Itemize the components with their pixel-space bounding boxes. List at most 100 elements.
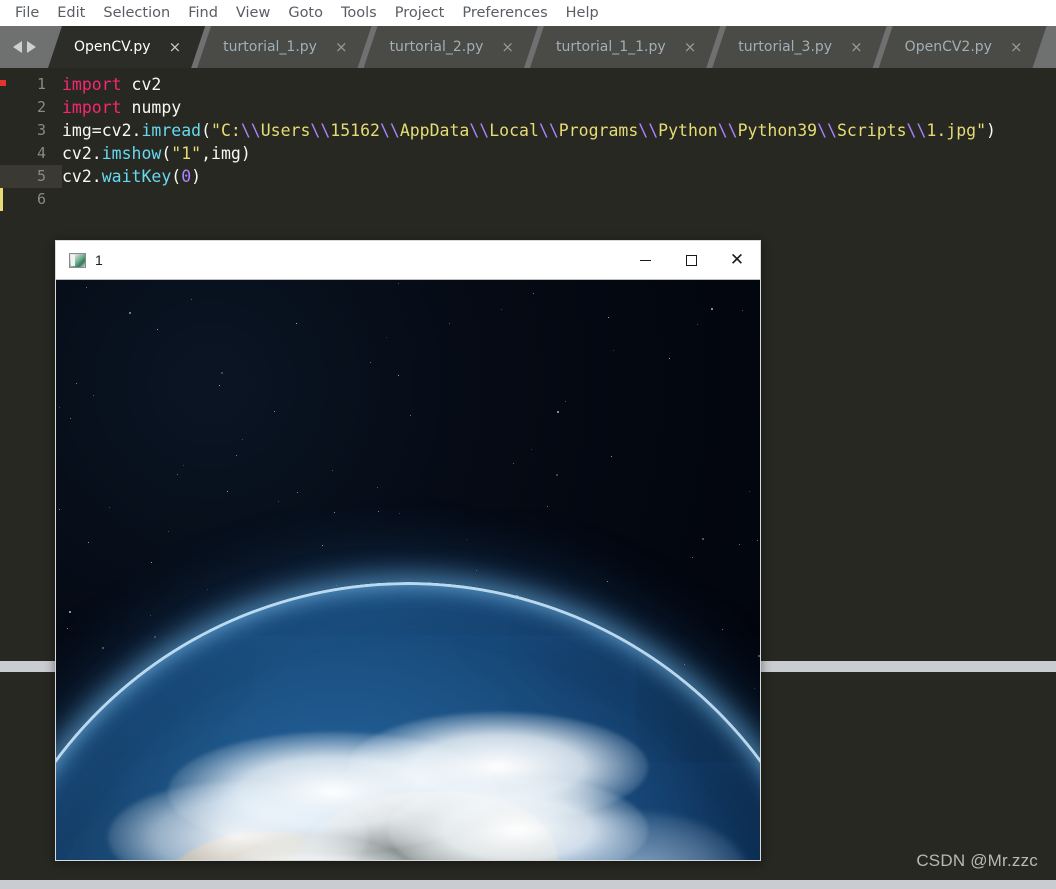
star-dot (377, 511, 379, 513)
star-dot (236, 454, 238, 456)
star-dot (556, 410, 559, 413)
nav-prev-icon[interactable] (12, 41, 22, 53)
tab-close-icon[interactable]: × (335, 40, 358, 55)
star-dot (448, 323, 450, 325)
star-dot (758, 654, 760, 657)
line-content: cv2.waitKey(0) (62, 167, 202, 186)
tab-bar: OpenCV.py × turtorial_1.py × turtorial_2… (0, 26, 1056, 68)
tab-label: turtorial_1.py (223, 39, 317, 55)
menu-item-goto[interactable]: Goto (279, 2, 332, 25)
star-dot (274, 410, 276, 412)
menu-item-help[interactable]: Help (557, 2, 608, 25)
tab-close-icon[interactable]: × (1010, 40, 1033, 55)
window-controls: ✕ (622, 241, 760, 279)
star-dot (85, 286, 87, 288)
image-file-icon (69, 252, 86, 268)
star-dot (697, 324, 699, 326)
tab-label: turtorial_1_1.py (555, 39, 666, 55)
footer-strip (0, 880, 1056, 889)
line-number: 2 (36, 98, 46, 116)
menu-item-file[interactable]: File (6, 2, 48, 25)
star-dot (547, 506, 549, 508)
star-dot (69, 417, 71, 419)
tab-turtorial-2-py[interactable]: turtorial_2.py × (364, 26, 538, 68)
star-dot (58, 407, 60, 408)
opencv-image-window[interactable]: 1 ✕ (55, 240, 761, 861)
tab-turtorial-1-1-py[interactable]: turtorial_1_1.py × (530, 26, 720, 68)
star-dot (369, 361, 371, 363)
tab-opencv2-py[interactable]: OpenCV2.py × (879, 26, 1047, 68)
image-canvas (56, 279, 760, 860)
star-dot (501, 309, 503, 311)
tab-turtorial-1-py[interactable]: turtorial_1.py × (197, 26, 371, 68)
tab-turtorial-3-py[interactable]: turtorial_3.py × (712, 26, 886, 68)
star-dot (722, 628, 724, 630)
star-dot (332, 470, 334, 472)
star-dot (167, 531, 169, 533)
code-area[interactable]: 1 import cv2 2 import numpy 3 img=cv2.im… (0, 68, 1056, 211)
tab-close-icon[interactable]: × (169, 40, 192, 55)
star-dot (532, 292, 534, 294)
star-dot (607, 316, 609, 318)
window-title-bar[interactable]: 1 ✕ (56, 241, 760, 279)
menu-item-find[interactable]: Find (179, 2, 227, 25)
star-dot (68, 610, 71, 613)
star-dot (76, 382, 78, 384)
close-icon: ✕ (729, 249, 745, 270)
menu-item-tools[interactable]: Tools (332, 2, 386, 25)
code-line-2[interactable]: 2 import numpy (0, 96, 1056, 119)
menu-item-view[interactable]: View (227, 2, 279, 25)
code-line-5[interactable]: 5 cv2.waitKey(0) (0, 165, 1056, 188)
code-line-6[interactable]: 6 (0, 188, 1056, 211)
star-dot (748, 490, 750, 492)
star-dot (753, 688, 755, 690)
star-dot (513, 462, 515, 464)
menu-item-selection[interactable]: Selection (94, 2, 179, 25)
maximize-button[interactable] (668, 241, 714, 279)
star-dot (227, 490, 229, 492)
code-line-4[interactable]: 4 cv2.imshow("1",img) (0, 142, 1056, 165)
star-dot (191, 299, 192, 301)
star-dot (108, 506, 110, 508)
star-dot (157, 329, 159, 331)
line-content: import cv2 (62, 75, 162, 94)
star-dot (153, 636, 156, 639)
star-dot (376, 486, 378, 488)
star-dot (296, 492, 298, 494)
tab-label: turtorial_2.py (389, 39, 484, 55)
tab-opencv-py[interactable]: OpenCV.py × (48, 26, 205, 68)
star-dot (101, 646, 104, 649)
star-dot (183, 464, 185, 466)
nav-next-icon[interactable] (26, 41, 36, 53)
menu-item-project[interactable]: Project (386, 2, 454, 25)
tab-close-icon[interactable]: × (501, 40, 524, 55)
line-number: 1 (36, 75, 46, 93)
star-dot (610, 455, 612, 457)
star-dot (87, 541, 89, 543)
star-dot (220, 372, 223, 375)
tab-close-icon[interactable]: × (684, 40, 707, 55)
menu-item-preferences[interactable]: Preferences (453, 2, 556, 25)
star-dot (278, 501, 280, 503)
star-dot (476, 570, 478, 572)
tab-close-icon[interactable]: × (850, 40, 873, 55)
menu-bar: File Edit Selection Find View Goto Tools… (0, 0, 1056, 26)
code-line-3[interactable]: 3 img=cv2.imread("C:\\Users\\15162\\AppD… (0, 119, 1056, 142)
menu-item-edit[interactable]: Edit (48, 2, 94, 25)
minimize-button[interactable] (622, 241, 668, 279)
code-line-1[interactable]: 1 import cv2 (0, 73, 1056, 96)
star-dot (177, 474, 179, 476)
star-dot (151, 562, 153, 563)
star-dot (668, 358, 670, 360)
star-dot (466, 538, 468, 540)
close-button[interactable]: ✕ (714, 241, 760, 279)
star-dot (206, 588, 208, 590)
star-dot (149, 614, 151, 616)
star-dot (613, 350, 614, 352)
line-number: 3 (36, 121, 46, 139)
star-dot (129, 311, 132, 314)
tab-list: OpenCV.py × turtorial_1.py × turtorial_2… (48, 26, 1039, 68)
line-content: img=cv2.imread("C:\\Users\\15162\\AppDat… (62, 121, 996, 140)
star-dot (742, 310, 744, 312)
star-dot (692, 556, 694, 558)
